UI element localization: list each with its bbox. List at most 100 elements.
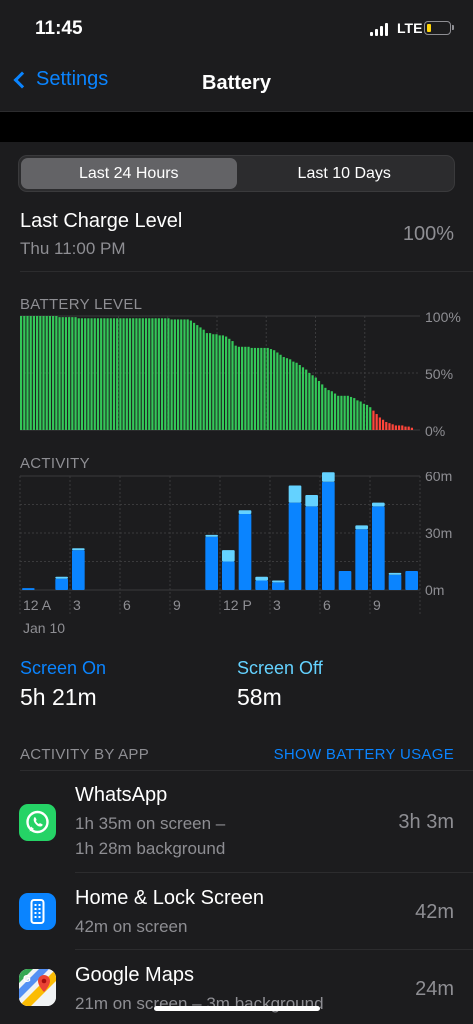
battery-level-bar	[148, 318, 151, 430]
segment-last-24-hours[interactable]: Last 24 Hours	[21, 158, 237, 189]
last-charge-value: 100%	[402, 223, 454, 245]
activity-chart: 60m 30m 0m 12 A 3 6 9 12 P 3 6 9 Jan 10	[19, 472, 452, 636]
screen-on-bar	[205, 536, 218, 590]
navigation-bar: Settings Battery	[0, 58, 473, 112]
screen-off-bar	[272, 580, 285, 583]
battery-level-bar	[340, 395, 343, 430]
battery-level-bar	[144, 318, 148, 430]
battery-level-bar	[71, 317, 74, 430]
app-row-home-lock-screen[interactable]: Home & Lock Screen 42m on screen 42m	[0, 873, 473, 950]
battery-level-bar	[176, 319, 180, 430]
battery-level-bar	[362, 403, 365, 430]
battery-level-bar	[180, 319, 183, 430]
home-indicator[interactable]	[154, 1006, 320, 1011]
battery-level-bar	[378, 417, 381, 430]
battery-level-bar	[192, 322, 196, 430]
battery-level-bar	[353, 398, 356, 430]
app-row-whatsapp[interactable]: WhatsApp 1h 35m on screen – 1h 28m backg…	[0, 771, 473, 873]
segment-last-10-days[interactable]: Last 10 Days	[237, 158, 453, 189]
battery-level-bar	[39, 316, 42, 430]
screen-on-bar	[388, 574, 402, 590]
app-detail-line2: 1h 28m background	[75, 839, 226, 858]
time-range-segmented-control[interactable]: Last 24 Hours Last 10 Days	[18, 155, 455, 192]
battery-level-bar	[173, 319, 176, 430]
battery-level-bar	[48, 316, 52, 430]
battery-level-bar	[404, 426, 407, 430]
battery-level-bar	[68, 317, 71, 430]
battery-level-bar	[183, 319, 186, 430]
battery-level-bar	[64, 317, 68, 430]
battery-level-bar	[29, 316, 32, 430]
battery-level-bar	[138, 318, 141, 430]
battery-level-bar	[260, 347, 263, 430]
battery-content[interactable]: Last 24 Hours Last 10 Days Last Charge L…	[0, 142, 473, 1024]
screen-off-bar	[205, 534, 218, 537]
activity-by-app-label: ACTIVITY BY APP	[20, 746, 149, 763]
battery-level-bar	[196, 325, 199, 430]
battery-level-bar	[141, 318, 144, 430]
battery-level-bar	[407, 426, 410, 430]
signal-icon	[370, 22, 388, 36]
battery-level-bar	[55, 316, 58, 430]
svg-text:G: G	[23, 974, 31, 985]
battery-level-bar	[314, 377, 317, 430]
app-usage-time: 24m	[415, 978, 454, 1000]
show-battery-usage-button[interactable]: SHOW BATTERY USAGE	[274, 746, 454, 763]
google-maps-icon: G	[19, 969, 56, 1006]
app-detail-line1: 42m on screen	[75, 917, 188, 936]
screen-on-label: Screen On	[20, 658, 107, 678]
screen-off-label: Screen Off	[237, 658, 323, 678]
battery-level-bar	[32, 316, 36, 430]
battery-level-bar	[52, 316, 55, 430]
battery-level-bar	[241, 346, 244, 430]
activity-ytick-0m: 0m	[425, 582, 444, 598]
screen-off-bar	[305, 495, 318, 507]
battery-icon	[424, 21, 454, 35]
battery-level-bar	[228, 338, 231, 430]
battery-level-bar	[369, 407, 372, 430]
battery-level-bar	[90, 318, 93, 430]
activity-xtick: 12 A	[23, 597, 52, 613]
battery-level-bar	[394, 425, 397, 430]
app-row-google-maps[interactable]: G Google Maps 21m on screen – 3m backgro…	[0, 950, 473, 1024]
battery-ytick-0: 0%	[425, 423, 445, 439]
app-name: Google Maps	[75, 964, 194, 986]
whatsapp-icon	[19, 804, 56, 841]
battery-level-bar	[359, 401, 362, 430]
battery-level-bar	[135, 318, 138, 430]
battery-level-bar	[247, 346, 250, 430]
battery-level-bar	[269, 349, 273, 430]
battery-level-bar	[346, 395, 349, 430]
battery-level-bar	[26, 316, 29, 430]
screen-off-value: 58m	[237, 684, 282, 710]
battery-level-bar	[157, 318, 160, 430]
battery-level-bar	[112, 318, 116, 430]
app-name: Home & Lock Screen	[75, 887, 264, 909]
battery-level-bar	[410, 427, 413, 430]
battery-level-bar	[58, 317, 61, 430]
battery-level-bar	[36, 316, 39, 430]
battery-level-bar	[266, 347, 269, 430]
last-charge-label: Last Charge Level	[20, 210, 183, 232]
battery-level-bar	[295, 362, 298, 430]
network-type: LTE	[397, 20, 423, 36]
activity-xtick: 6	[323, 597, 331, 613]
battery-level-bar	[317, 380, 321, 430]
page-title: Battery	[202, 72, 271, 94]
battery-level-bar	[186, 319, 189, 430]
battery-level-bar	[42, 316, 45, 430]
screen-off-bar	[238, 510, 252, 514]
battery-ytick-50: 50%	[425, 366, 453, 382]
battery-level-bar	[263, 347, 266, 430]
battery-level-bar	[208, 333, 212, 430]
battery-level-bar	[289, 359, 292, 430]
screen-off-bar	[388, 572, 402, 575]
activity-ytick-30m: 30m	[425, 525, 452, 541]
battery-level-bar	[356, 400, 359, 430]
activity-xtick: 9	[373, 597, 381, 613]
screen-off-bar	[372, 502, 385, 507]
app-usage-time: 42m	[415, 901, 454, 923]
battery-level-bar	[100, 318, 103, 430]
activity-xtick: 3	[73, 597, 81, 613]
battery-level-bar	[84, 318, 87, 430]
